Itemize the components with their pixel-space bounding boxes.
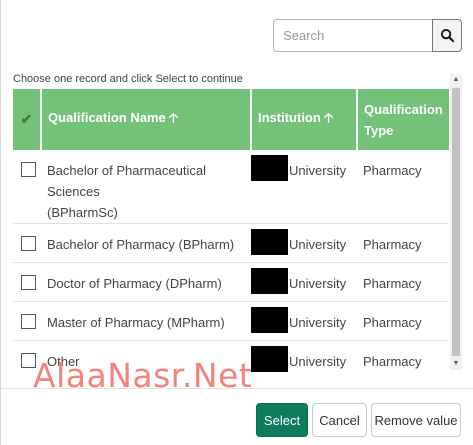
qualification-name-cell: Master of Pharmacy (MPharm) bbox=[41, 301, 251, 341]
search-button[interactable] bbox=[432, 19, 462, 52]
scrollbar-thumb[interactable] bbox=[452, 88, 460, 356]
instruction-text: Choose one record and click Select to co… bbox=[13, 73, 243, 85]
qualification-type-cell: Pharmacy bbox=[357, 150, 449, 224]
qualification-name-cell: Doctor of Pharmacy (DPharm) bbox=[41, 262, 251, 302]
redaction-block bbox=[251, 346, 288, 372]
qualification-type-cell: Pharmacy bbox=[357, 223, 449, 263]
column-header-label: Type bbox=[364, 122, 394, 138]
qualification-type-cell: Pharmacy bbox=[357, 340, 449, 372]
institution-name: University bbox=[289, 276, 347, 291]
column-header-label: Institution bbox=[258, 109, 321, 125]
qualification-type: Pharmacy bbox=[363, 276, 422, 291]
qualification-name-cell: Bachelor of Pharmaceutical Sciences (BPh… bbox=[41, 150, 251, 224]
row-checkbox[interactable] bbox=[21, 162, 36, 177]
institution-name: University bbox=[289, 354, 347, 369]
records-table: ✔ Qualification Name 🡡 Institution 🡡 Quali… bbox=[13, 89, 449, 372]
remove-value-button[interactable]: Remove value bbox=[371, 403, 461, 437]
table-row[interactable]: Bachelor of Pharmaceutical Sciences (BPh… bbox=[13, 150, 449, 224]
sort-ascending-icon: 🡡 bbox=[168, 109, 179, 125]
institution-cell: University bbox=[251, 150, 357, 224]
qualification-type: Pharmacy bbox=[363, 315, 422, 330]
checkmark-icon: ✔ bbox=[20, 111, 33, 127]
column-header-label: Qualification bbox=[364, 101, 443, 117]
institution-name: University bbox=[289, 163, 347, 178]
table-row[interactable]: Bachelor of Pharmacy (BPharm) University… bbox=[13, 223, 449, 263]
qualification-type: Pharmacy bbox=[363, 163, 422, 178]
table-header-row: ✔ Qualification Name 🡡 Institution 🡡 Quali… bbox=[13, 89, 449, 150]
search-icon bbox=[440, 28, 454, 43]
qualification-name: Master of Pharmacy (MPharm) bbox=[47, 315, 225, 330]
qualification-type: Pharmacy bbox=[363, 354, 422, 369]
select-button[interactable]: Select bbox=[256, 403, 308, 437]
institution-cell: University bbox=[251, 340, 357, 372]
row-checkbox[interactable] bbox=[21, 236, 36, 251]
scroll-down-arrow-icon[interactable]: ▼ bbox=[450, 358, 462, 370]
table-row[interactable]: Doctor of Pharmacy (DPharm) University P… bbox=[13, 262, 449, 302]
institution-name: University bbox=[289, 315, 347, 330]
row-checkbox-cell bbox=[13, 262, 41, 302]
institution-cell: University bbox=[251, 223, 357, 263]
qualification-type-cell: Pharmacy bbox=[357, 301, 449, 341]
search-input[interactable] bbox=[273, 19, 433, 52]
redaction-block bbox=[251, 155, 288, 181]
row-checkbox-cell bbox=[13, 223, 41, 263]
qualification-name: Bachelor of Pharmacy (BPharm) bbox=[47, 237, 235, 252]
select-record-dialog: Choose one record and click Select to co… bbox=[0, 0, 473, 445]
select-all-header[interactable]: ✔ bbox=[13, 89, 42, 150]
vertical-scrollbar[interactable]: ▲ ▼ bbox=[450, 74, 462, 370]
column-header-institution[interactable]: Institution 🡡 bbox=[251, 89, 358, 150]
redaction-block bbox=[251, 307, 288, 333]
cancel-button[interactable]: Cancel bbox=[312, 403, 367, 437]
table-row[interactable]: Master of Pharmacy (MPharm) University P… bbox=[13, 301, 449, 341]
row-checkbox-cell bbox=[13, 150, 41, 224]
institution-cell: University bbox=[251, 301, 357, 341]
scroll-up-arrow-icon[interactable]: ▲ bbox=[450, 74, 462, 86]
search-bar bbox=[273, 19, 462, 52]
column-header-label: Qualification Name bbox=[48, 109, 166, 125]
sort-ascending-icon: 🡡 bbox=[323, 109, 334, 125]
watermark-text: AlaaNasr.Net bbox=[33, 356, 253, 395]
redaction-block bbox=[251, 229, 288, 255]
institution-name: University bbox=[289, 237, 347, 252]
qualification-name-cell: Bachelor of Pharmacy (BPharm) bbox=[41, 223, 251, 263]
qualification-name: Doctor of Pharmacy (DPharm) bbox=[47, 276, 222, 291]
column-header-qualification-type[interactable]: Qualification Type bbox=[357, 89, 449, 150]
institution-cell: University bbox=[251, 262, 357, 302]
qualification-name-line2: (BPharmSc) bbox=[47, 205, 118, 220]
column-header-qualification-name[interactable]: Qualification Name 🡡 bbox=[41, 89, 252, 150]
row-checkbox-cell bbox=[13, 301, 41, 341]
footer-divider bbox=[1, 388, 473, 389]
qualification-type-cell: Pharmacy bbox=[357, 262, 449, 302]
records-grid: ✔ Qualification Name 🡡 Institution 🡡 Quali… bbox=[13, 89, 449, 372]
qualification-name: Bachelor of Pharmaceutical Sciences bbox=[47, 163, 206, 199]
row-checkbox[interactable] bbox=[21, 275, 36, 290]
row-checkbox[interactable] bbox=[21, 314, 36, 329]
qualification-type: Pharmacy bbox=[363, 237, 422, 252]
redaction-block bbox=[251, 268, 288, 294]
